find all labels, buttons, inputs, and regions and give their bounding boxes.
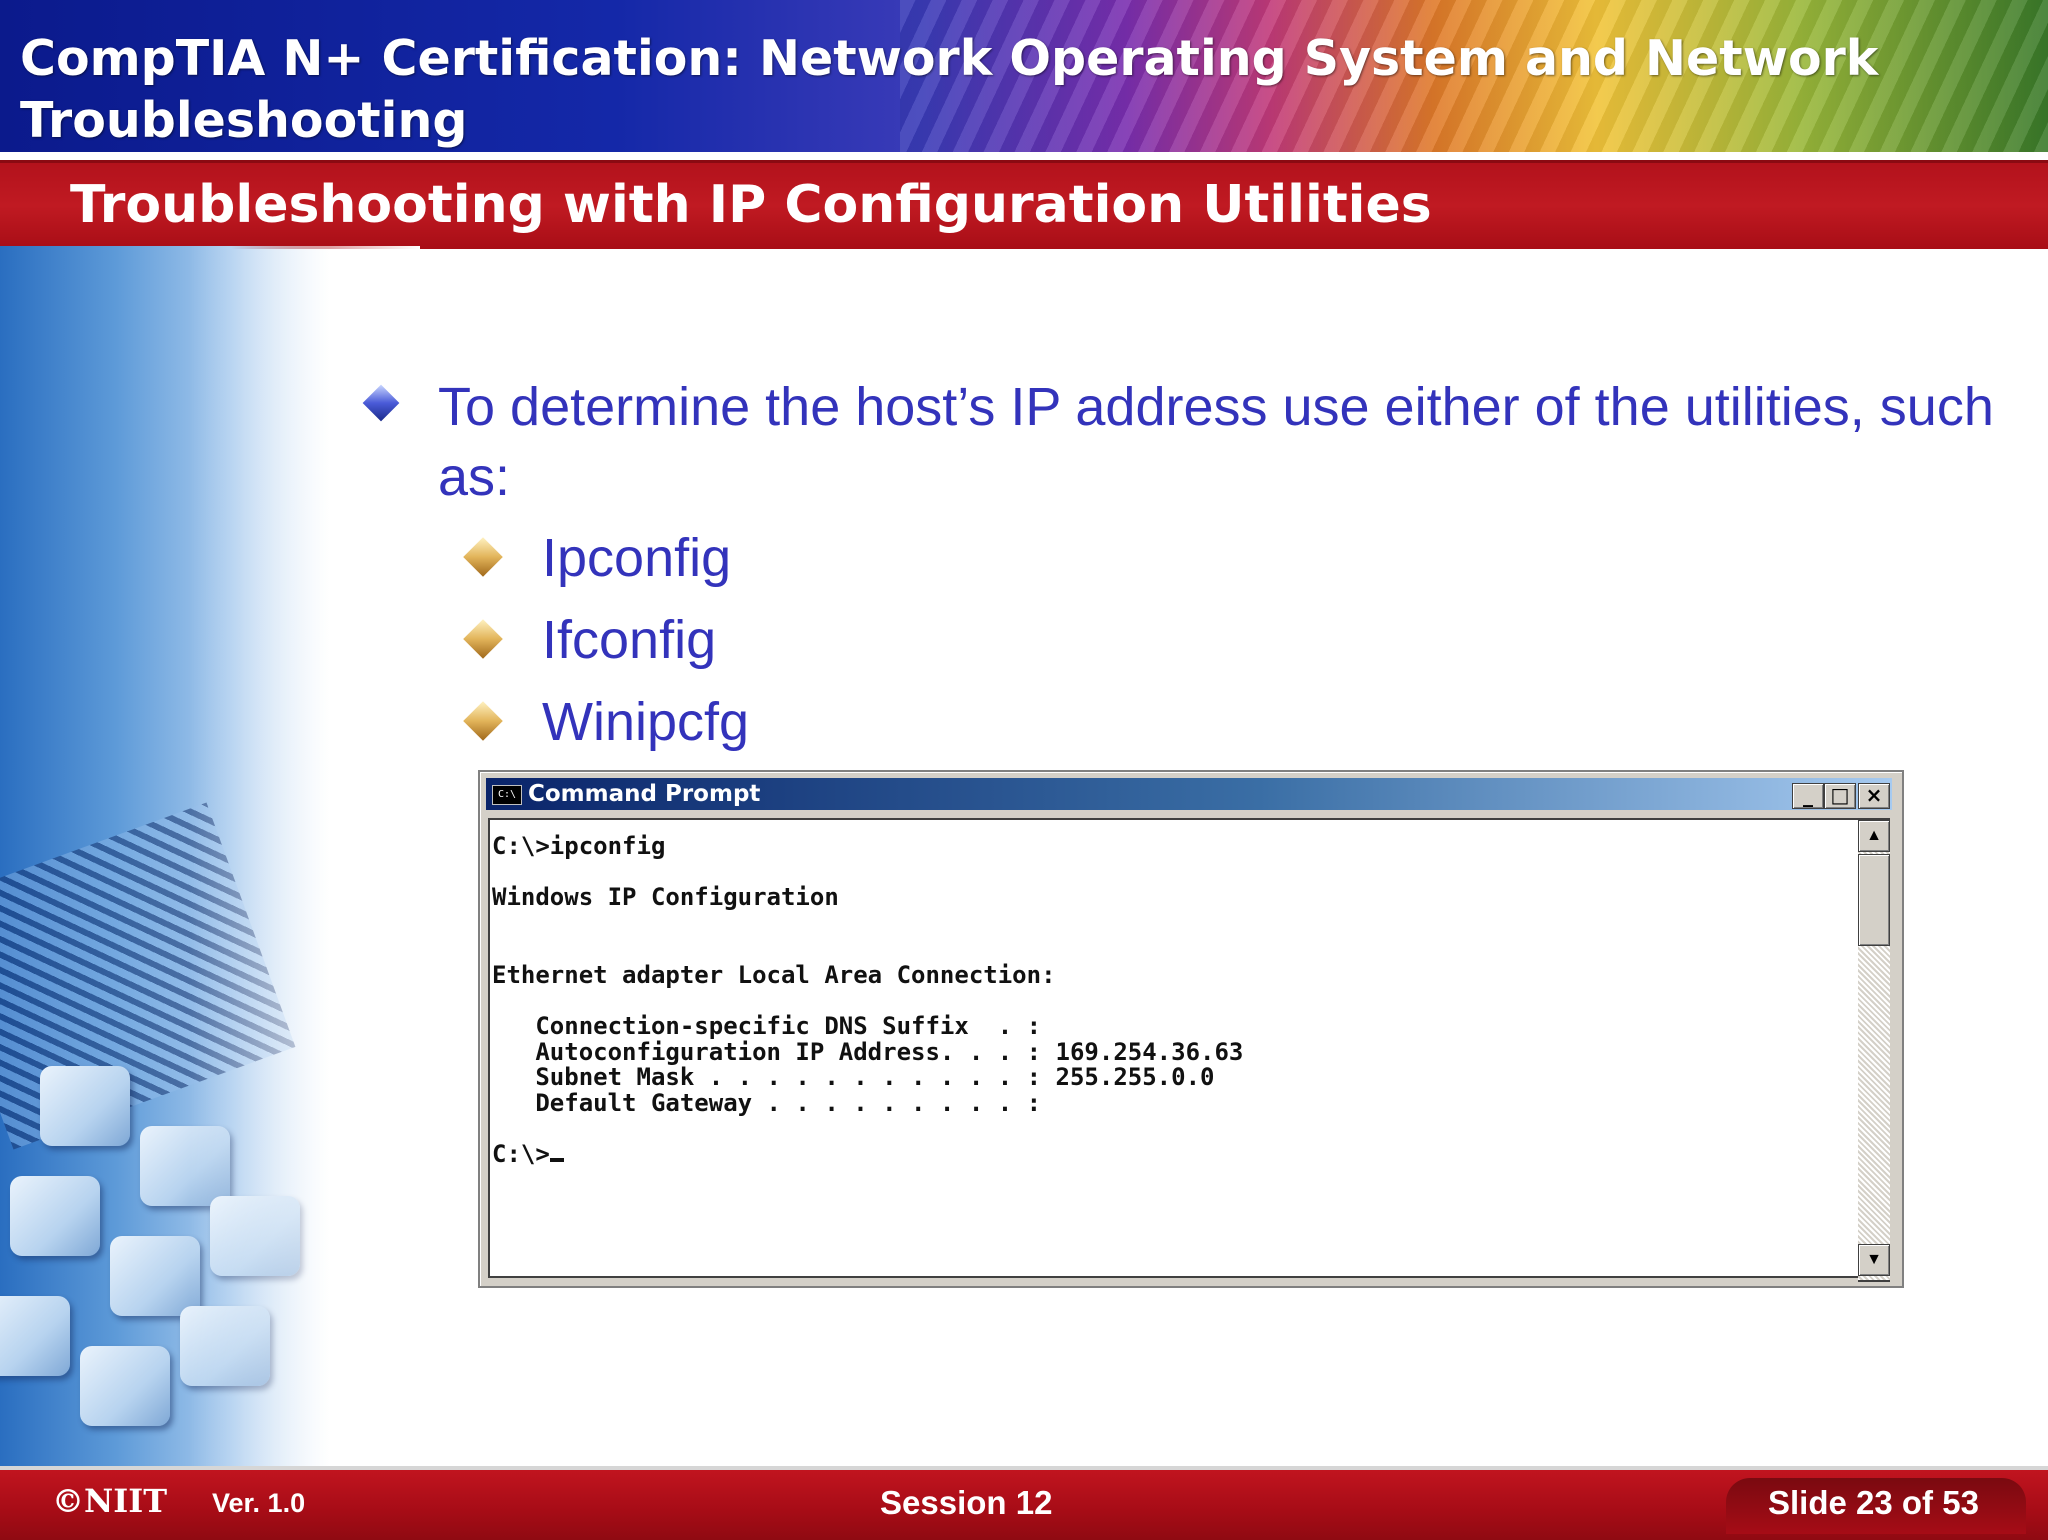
console-line: Connection-specific DNS Suffix . : xyxy=(492,1011,1042,1040)
text-cursor xyxy=(549,1158,564,1163)
console-text: C:\>ipconfig Windows IP Configuration Et… xyxy=(490,820,1858,1168)
slide-title-bar: Troubleshooting with IP Configuration Ut… xyxy=(0,160,2048,249)
scroll-down-icon[interactable]: ▼ xyxy=(1858,1244,1890,1276)
sub-bullet-ipconfig: Ipconfig xyxy=(542,528,732,588)
console-line: C:\> xyxy=(492,1140,550,1169)
slide-title: Troubleshooting with IP Configuration Ut… xyxy=(70,175,1432,235)
console-line: Subnet Mask . . . . . . . . . . . : 255.… xyxy=(492,1063,1215,1092)
scroll-thumb[interactable] xyxy=(1858,854,1890,946)
footer-bar: ©NIIT Ver. 1.0 Session 12 Slide 23 of 53 xyxy=(0,1466,2048,1540)
sub-bullet-ifconfig: Ifconfig xyxy=(542,610,717,670)
course-title: CompTIA N+ Certification: Network Operat… xyxy=(20,30,1879,149)
console-line: Windows IP Configuration xyxy=(492,883,839,912)
command-prompt-icon: C:\ xyxy=(492,785,522,805)
console-line: Ethernet adapter Local Area Connection: xyxy=(492,960,1056,989)
divider xyxy=(0,152,2048,157)
version-label: Ver. 1.0 xyxy=(212,1488,306,1518)
console-line: Autoconfiguration IP Address. . . : 169.… xyxy=(492,1037,1244,1066)
vertical-scrollbar[interactable]: ▲ ▼ xyxy=(1858,818,1890,1282)
console-line: C:\>ipconfig xyxy=(492,832,666,860)
scroll-up-icon[interactable]: ▲ xyxy=(1858,820,1890,852)
slide-number: Slide 23 of 53 xyxy=(1768,1484,1979,1521)
console-output[interactable]: C:\>ipconfig Windows IP Configuration Et… xyxy=(488,818,1858,1278)
close-button[interactable]: × xyxy=(1858,783,1890,809)
bullet-main-text: To determine the host’s IP address use e… xyxy=(438,377,1994,507)
maximize-button[interactable]: □ xyxy=(1824,783,1856,809)
window-title: Command Prompt xyxy=(528,781,761,807)
session-label: Session 12 xyxy=(880,1484,1053,1521)
background-fade xyxy=(0,246,420,1466)
console-line: Default Gateway . . . . . . . . . : xyxy=(492,1089,1042,1118)
command-prompt-window: C:\ Command Prompt _ □ × C:\>ipconfig Wi… xyxy=(478,770,1904,1288)
window-titlebar: C:\ Command Prompt _ □ × xyxy=(486,778,1892,810)
minimize-button[interactable]: _ xyxy=(1792,783,1824,809)
niit-logo: ©NIIT xyxy=(52,1482,167,1520)
header-banner: CompTIA N+ Certification: Network Operat… xyxy=(0,0,2048,152)
sub-bullet-diamond-icon xyxy=(463,537,503,577)
sub-bullet-diamond-icon xyxy=(463,701,503,741)
sub-bullet-winipcfg: Winipcfg xyxy=(542,692,750,752)
sub-bullet-diamond-icon xyxy=(463,619,503,659)
